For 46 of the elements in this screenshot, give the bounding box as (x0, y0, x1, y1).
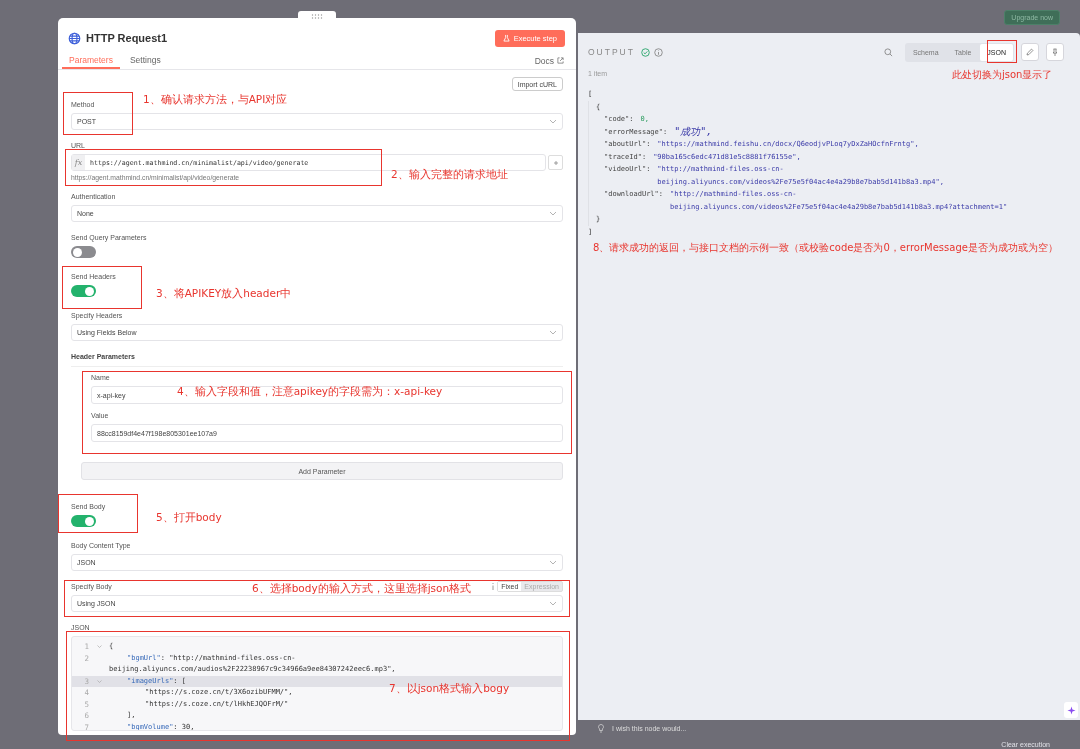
docs-link[interactable]: Docs (534, 55, 554, 66)
annotation-note: 8、请求成功的返回，与接口文档的示例一致（或校验code是否为0，errorMessage是否为成功或为空） (593, 241, 1058, 255)
sparkle-icon (1066, 705, 1076, 715)
code-editor[interactable] (71, 636, 563, 731)
expand-button[interactable] (548, 155, 563, 170)
fold-caret-icon[interactable] (96, 645, 102, 648)
toggle-switch[interactable] (71, 246, 96, 258)
annotation-note: 此处切换为json显示了 (952, 68, 1053, 82)
annotation-note: 2、输入完整的请求地址 (391, 168, 508, 182)
node-title: HTTP Request1 (86, 32, 168, 44)
output-title: OUTPUT (588, 47, 635, 57)
plus-icon (552, 159, 559, 166)
expression-prefix: fx (72, 155, 85, 170)
chevron-down-icon (549, 211, 557, 216)
annotation-note: 3、将APIKEY放入header中 (156, 287, 292, 301)
json-value: "成功", (674, 125, 713, 138)
annotation-note: 6、选择body的输入方式，这里选择json格式 (252, 582, 472, 596)
annotation-frame (63, 92, 133, 135)
grip-icon (311, 13, 323, 19)
fold-caret-icon[interactable] (96, 679, 102, 683)
external-link-icon (557, 57, 564, 64)
success-check-icon (640, 47, 650, 57)
lightbulb-icon (598, 724, 604, 733)
info-icon (653, 47, 663, 57)
search-icon[interactable] (883, 47, 893, 57)
annotation-note: 7、以json格式输入bogy (389, 682, 510, 696)
annotation-note: 4、输入字段和值，注意apikey的字段需为：x-api-key (177, 385, 443, 399)
edit-button[interactable] (1021, 43, 1039, 61)
toggle-switch[interactable] (71, 515, 96, 527)
drag-handle[interactable] (298, 11, 336, 21)
annotation-frame (987, 40, 1017, 63)
chevron-down-icon (549, 330, 557, 335)
ai-assistant-button[interactable] (1064, 702, 1078, 718)
annotation-note: 1、确认请求方法，与API对应 (143, 93, 288, 107)
chevron-down-icon (549, 601, 557, 606)
globe-icon (68, 31, 81, 45)
chevron-down-icon (549, 560, 557, 565)
toggle-switch[interactable] (71, 285, 96, 297)
flask-icon (502, 34, 510, 42)
chevron-down-icon (549, 119, 557, 124)
panel-tab[interactable]: Settings (122, 52, 168, 69)
pencil-icon (1026, 48, 1034, 56)
info-icon (492, 582, 495, 590)
pin-button[interactable] (1046, 43, 1064, 61)
pin-icon (1051, 48, 1059, 56)
annotation-note: 5、打开body (156, 511, 222, 525)
